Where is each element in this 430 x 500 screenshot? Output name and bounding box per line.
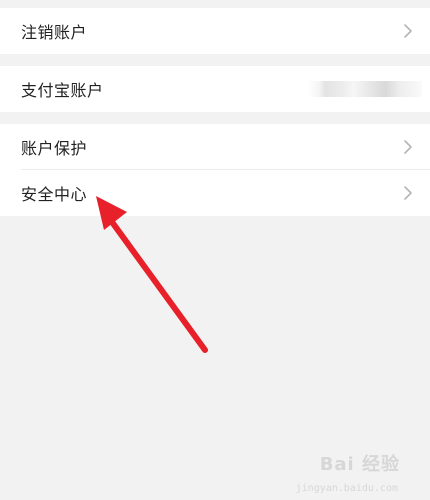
chevron-right-icon <box>404 140 412 154</box>
settings-group-2: 支付宝账户 <box>0 66 430 112</box>
arrow-shaft <box>109 219 208 353</box>
alipay-account-label: 支付宝账户 <box>21 81 104 100</box>
security-center-row[interactable]: 安全中心 <box>0 170 430 216</box>
account-protection-row[interactable]: 账户保护 <box>0 124 430 170</box>
watermark-url: jingyan.baidu.com <box>295 483 398 494</box>
watermark-brand: Bai 经验 <box>319 454 400 475</box>
deregister-account-row[interactable]: 注销账户 <box>0 8 430 54</box>
deregister-account-label: 注销账户 <box>21 23 88 42</box>
account-protection-label: 账户保护 <box>21 139 88 158</box>
chevron-right-icon <box>404 24 412 38</box>
chevron-right-icon <box>404 186 412 200</box>
security-center-label: 安全中心 <box>21 185 88 204</box>
alipay-account-value-masked <box>308 81 422 97</box>
top-spacer <box>0 0 430 8</box>
alipay-account-row[interactable]: 支付宝账户 <box>0 66 430 112</box>
settings-group-1: 注销账户 <box>0 8 430 54</box>
settings-group-3: 账户保护 安全中心 <box>0 124 430 216</box>
